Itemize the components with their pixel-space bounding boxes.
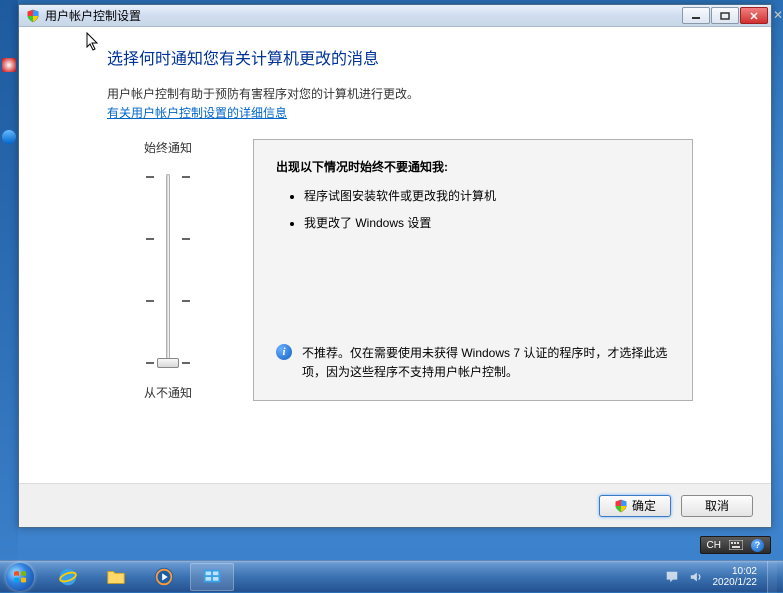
desktop-icon[interactable] — [2, 58, 16, 72]
minimize-button[interactable] — [682, 7, 710, 24]
taskbar-item-uac-settings[interactable] — [190, 563, 234, 591]
bullet-list: 程序试图安装软件或更改我的计算机 我更改了 Windows 设置 — [276, 187, 670, 241]
ime-lang[interactable]: CH — [707, 540, 721, 551]
list-item: 程序试图安装软件或更改我的计算机 — [304, 187, 670, 204]
window-controls — [682, 7, 768, 24]
show-desktop-button[interactable] — [767, 561, 777, 593]
taskbar-item-explorer[interactable] — [94, 563, 138, 591]
recommendation-text: 不推荐。仅在需要使用未获得 Windows 7 认证的程序时，才选择此选项，因为… — [302, 344, 670, 382]
action-center-icon[interactable] — [665, 570, 679, 584]
page-description: 用户帐户控制有助于预防有害程序对您的计算机进行更改。 — [19, 85, 771, 104]
slider-column: 始终通知 从不通知 — [123, 139, 213, 401]
help-link[interactable]: 有关用户帐户控制设置的详细信息 — [107, 106, 287, 120]
panel-title: 出现以下情况时始终不要通知我: — [276, 158, 670, 175]
window-content: 选择何时通知您有关计算机更改的消息 用户帐户控制有助于预防有害程序对您的计算机进… — [19, 27, 771, 527]
taskbar-items — [46, 563, 234, 591]
close-button[interactable] — [740, 7, 768, 24]
uac-level-slider[interactable] — [138, 170, 198, 370]
keyboard-icon[interactable] — [729, 540, 743, 550]
uac-shield-icon — [614, 499, 628, 513]
cancel-button[interactable]: 取消 — [681, 495, 753, 517]
tray-clock[interactable]: 10:02 2020/1/22 — [713, 566, 758, 588]
uac-shield-icon — [25, 8, 41, 24]
slider-bottom-label: 从不通知 — [144, 384, 192, 401]
ie-icon — [57, 566, 79, 588]
window-title: 用户帐户控制设置 — [45, 7, 682, 24]
cancel-button-label: 取消 — [705, 497, 729, 514]
info-icon: i — [276, 344, 292, 360]
slider-top-label: 始终通知 — [144, 139, 192, 156]
maximize-button[interactable] — [711, 7, 739, 24]
desktop-icon[interactable] — [2, 130, 16, 144]
windows-orb-icon — [6, 563, 34, 591]
titlebar[interactable]: 用户帐户控制设置 — [19, 5, 771, 27]
media-player-icon — [153, 566, 175, 588]
taskbar-item-ie[interactable] — [46, 563, 90, 591]
ime-toolbar[interactable]: CH ? — [700, 536, 771, 554]
uac-settings-window: 用户帐户控制设置 选择何时通知您有关计算机更改的消息 用户帐户控制有助于预防有害… — [18, 4, 772, 528]
tray-time: 10:02 — [713, 566, 758, 577]
system-tray: 10:02 2020/1/22 — [665, 561, 783, 593]
folder-icon — [105, 566, 127, 588]
ok-button-label: 确定 — [632, 497, 656, 514]
desktop-background — [0, 0, 18, 560]
taskbar: 10:02 2020/1/22 — [0, 560, 783, 592]
background-close-icon[interactable]: ✕ — [773, 6, 783, 24]
dialog-footer: 确定 取消 — [19, 483, 771, 527]
ok-button[interactable]: 确定 — [599, 495, 671, 517]
list-item: 我更改了 Windows 设置 — [304, 214, 670, 231]
level-description-panel: 出现以下情况时始终不要通知我: 程序试图安装软件或更改我的计算机 我更改了 Wi… — [253, 139, 693, 401]
page-title: 选择何时通知您有关计算机更改的消息 — [19, 45, 771, 85]
tray-date: 2020/1/22 — [713, 577, 758, 588]
ime-help-icon[interactable]: ? — [751, 539, 764, 552]
slider-thumb[interactable] — [157, 358, 179, 368]
volume-icon[interactable] — [689, 570, 703, 584]
control-panel-icon — [201, 566, 223, 588]
start-button[interactable] — [0, 561, 40, 593]
taskbar-item-media-player[interactable] — [142, 563, 186, 591]
